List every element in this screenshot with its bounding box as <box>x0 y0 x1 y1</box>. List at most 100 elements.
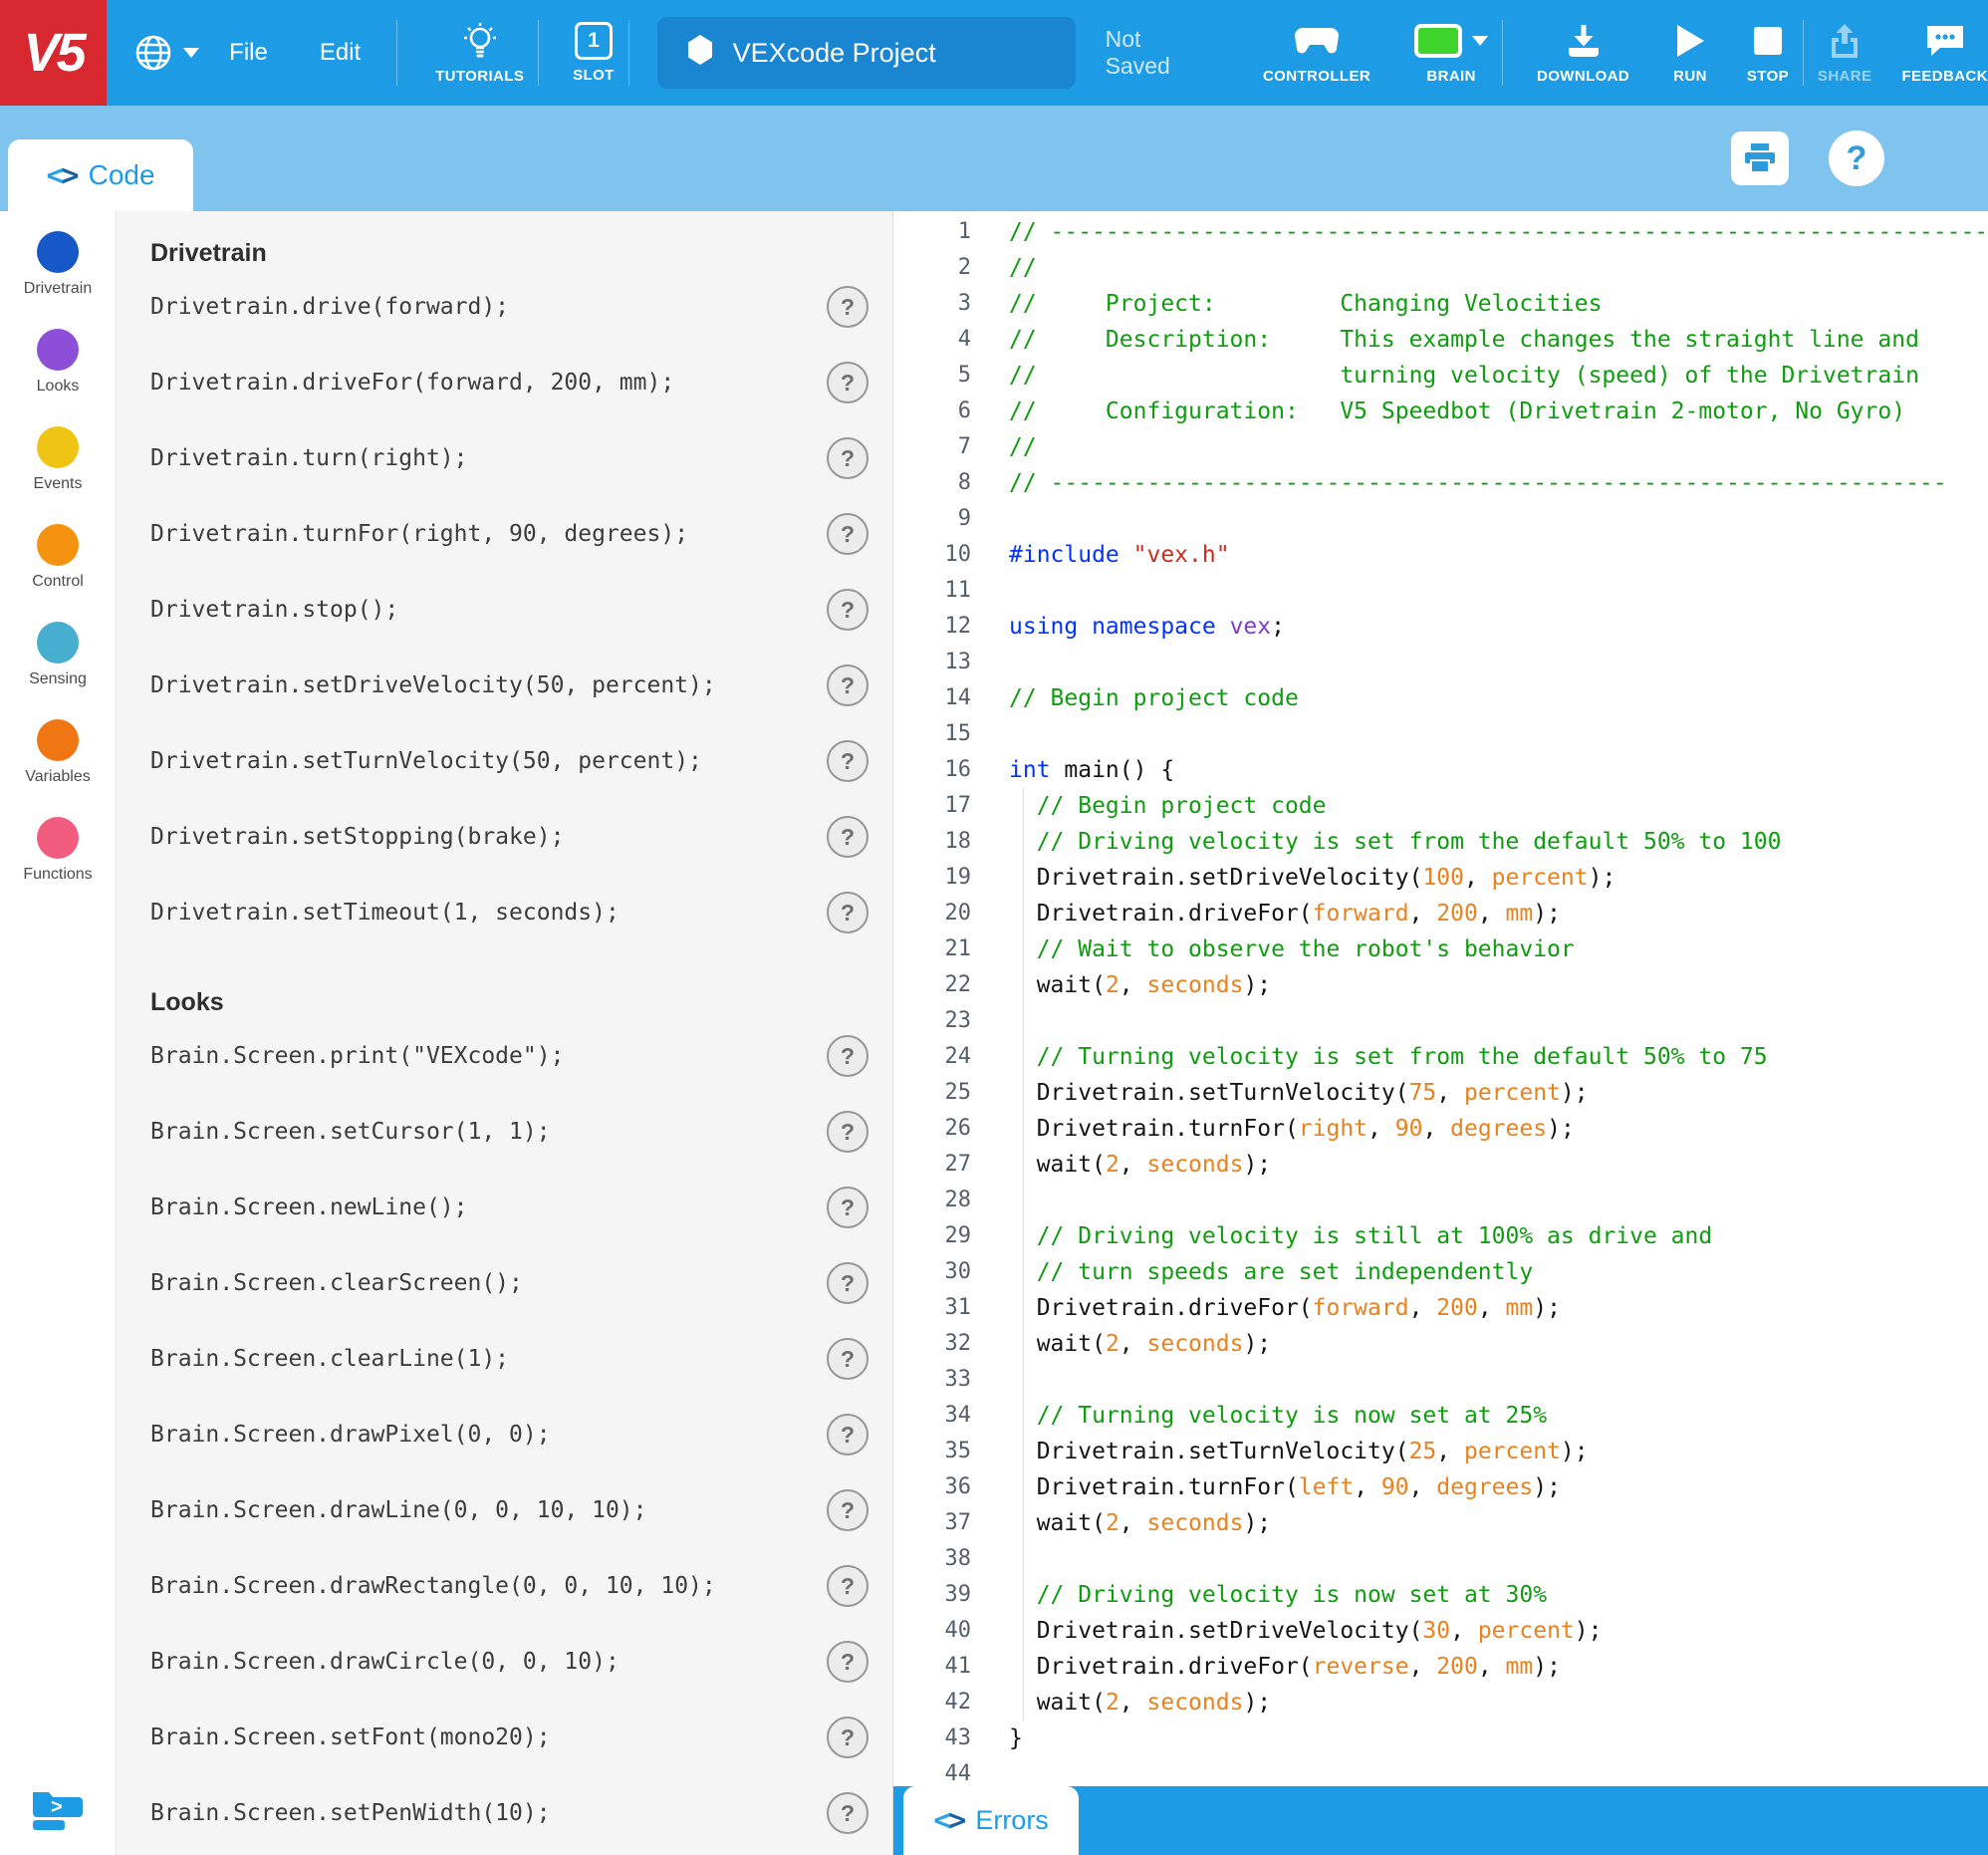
tutorials-button[interactable]: TUTORIALS <box>435 21 524 85</box>
code-line[interactable]: 22 wait(2, seconds); <box>893 967 1988 1003</box>
code-line[interactable]: 19 Drivetrain.setDriveVelocity(100, perc… <box>893 860 1988 896</box>
stop-button[interactable]: STOP <box>1747 21 1789 85</box>
command-item[interactable]: Drivetrain.drive(forward);? <box>150 269 869 345</box>
command-help-button[interactable]: ? <box>827 437 869 479</box>
command-help-button[interactable]: ? <box>827 740 869 782</box>
code-area[interactable]: 1 // ------------------------------------… <box>893 211 1988 1786</box>
command-help-button[interactable]: ? <box>827 664 869 706</box>
command-item[interactable]: Brain.Screen.drawPixel(0, 0);? <box>150 1397 869 1472</box>
file-menu-button[interactable]: File <box>207 39 290 67</box>
share-button[interactable]: SHARE <box>1818 21 1872 85</box>
command-item[interactable]: Brain.Screen.clearScreen();? <box>150 1245 869 1321</box>
command-item[interactable]: Drivetrain.stop();? <box>150 572 869 648</box>
code-line[interactable]: 25 Drivetrain.setTurnVelocity(75, percen… <box>893 1075 1988 1111</box>
code-line[interactable]: 7 // <box>893 429 1988 465</box>
code-line[interactable]: 2 // <box>893 250 1988 286</box>
code-line[interactable]: 42 wait(2, seconds); <box>893 1685 1988 1721</box>
command-item[interactable]: Brain.Screen.setPenWidth(10);? <box>150 1775 869 1851</box>
command-help-button[interactable]: ? <box>827 513 869 555</box>
code-line[interactable]: 33 <box>893 1362 1988 1398</box>
code-line[interactable]: 5 // turning velocity (speed) of the Driv… <box>893 358 1988 394</box>
sidebar-item-variables[interactable]: Variables <box>23 719 92 817</box>
code-line[interactable]: 36 Drivetrain.turnFor(left, 90, degrees)… <box>893 1469 1988 1505</box>
command-help-button[interactable]: ? <box>827 1111 869 1153</box>
code-line[interactable]: 1 // ------------------------------------… <box>893 214 1988 250</box>
code-line[interactable]: 20 Drivetrain.driveFor(forward, 200, mm)… <box>893 896 1988 931</box>
code-line[interactable]: 24 // Turning velocity is set from the d… <box>893 1039 1988 1075</box>
language-menu-button[interactable] <box>132 32 200 74</box>
command-help-button[interactable]: ? <box>827 1792 869 1834</box>
command-help-button[interactable]: ? <box>827 1641 869 1683</box>
command-item[interactable]: Drivetrain.setStopping(brake);? <box>150 799 869 875</box>
command-item[interactable]: Drivetrain.turnFor(right, 90, degrees);? <box>150 496 869 572</box>
code-line[interactable]: 27 wait(2, seconds); <box>893 1147 1988 1183</box>
sidebar-item-sensing[interactable]: Sensing <box>23 622 92 719</box>
code-line[interactable]: 40 Drivetrain.setDriveVelocity(30, perce… <box>893 1613 1988 1649</box>
command-item[interactable]: Brain.Screen.clearLine(1);? <box>150 1321 869 1397</box>
command-help-button[interactable]: ? <box>827 589 869 631</box>
code-line[interactable]: 8 // ------------------------------------… <box>893 465 1988 501</box>
command-item[interactable]: Drivetrain.driveFor(forward, 200, mm);? <box>150 345 869 420</box>
code-line[interactable]: 9 <box>893 501 1988 537</box>
command-help-button[interactable]: ? <box>827 1717 869 1758</box>
code-line[interactable]: 34 // Turning velocity is now set at 25% <box>893 1398 1988 1434</box>
code-line[interactable]: 26 Drivetrain.turnFor(right, 90, degrees… <box>893 1111 1988 1147</box>
code-line[interactable]: 35 Drivetrain.setTurnVelocity(25, percen… <box>893 1434 1988 1469</box>
download-button[interactable]: DOWNLOAD <box>1537 21 1629 85</box>
code-line[interactable]: 10 #include "vex.h" <box>893 537 1988 573</box>
command-help-button[interactable]: ? <box>827 286 869 328</box>
chevron-down-icon[interactable] <box>1472 36 1489 46</box>
code-line[interactable]: 39 // Driving velocity is now set at 30% <box>893 1577 1988 1613</box>
controller-button[interactable]: CONTROLLER <box>1263 21 1370 85</box>
project-name-button[interactable]: VEXcode Project <box>656 17 1076 89</box>
command-item[interactable]: Brain.Screen.drawLine(0, 0, 10, 10);? <box>150 1472 869 1548</box>
code-line[interactable]: 18 // Driving velocity is set from the d… <box>893 824 1988 860</box>
command-item[interactable]: Brain.Screen.drawRectangle(0, 0, 10, 10)… <box>150 1548 869 1624</box>
code-line[interactable]: 44 <box>893 1756 1988 1786</box>
command-item[interactable]: Drivetrain.setDriveVelocity(50, percent)… <box>150 648 869 723</box>
code-line[interactable]: 43} <box>893 1721 1988 1756</box>
sidebar-item-functions[interactable]: Functions <box>23 817 93 915</box>
code-line[interactable]: 6 // Configuration: V5 Speedbot (Drivetra… <box>893 394 1988 429</box>
sidebar-item-events[interactable]: Events <box>23 426 92 524</box>
code-line[interactable]: 38 <box>893 1541 1988 1577</box>
code-line[interactable]: 30 // turn speeds are set independently <box>893 1254 1988 1290</box>
command-help-button[interactable]: ? <box>827 892 869 933</box>
code-line[interactable]: 28 <box>893 1183 1988 1218</box>
command-help-button[interactable]: ? <box>827 1414 869 1456</box>
command-help-button[interactable]: ? <box>827 1187 869 1228</box>
code-line[interactable]: 29 // Driving velocity is still at 100% … <box>893 1218 1988 1254</box>
sidebar-item-looks[interactable]: Looks <box>23 329 92 426</box>
command-item[interactable]: Drivetrain.turn(right);? <box>150 420 869 496</box>
command-help-button[interactable]: ? <box>827 362 869 403</box>
feedback-button[interactable]: FEEDBACK <box>1901 21 1988 85</box>
code-line[interactable]: 3 // Project: Changing Velocities <box>893 286 1988 322</box>
tab-code[interactable]: <> Code <box>8 139 193 211</box>
print-button[interactable] <box>1731 132 1789 185</box>
command-item[interactable]: Drivetrain.setTurnVelocity(50, percent);… <box>150 723 869 799</box>
code-line[interactable]: 31 Drivetrain.driveFor(forward, 200, mm)… <box>893 1290 1988 1326</box>
code-line[interactable]: 16 int main() { <box>893 752 1988 788</box>
edit-menu-button[interactable]: Edit <box>298 39 382 67</box>
command-item[interactable]: Brain.Screen.setFont(mono20);? <box>150 1700 869 1775</box>
toggle-blocks-button[interactable]: > <box>27 1782 89 1839</box>
brain-button[interactable]: BRAIN <box>1414 21 1489 85</box>
command-item[interactable]: Brain.Screen.print("VEXcode");? <box>150 1018 869 1094</box>
code-line[interactable]: 15 <box>893 716 1988 752</box>
code-line[interactable]: 14 // Begin project code <box>893 680 1988 716</box>
command-help-button[interactable]: ? <box>827 1035 869 1077</box>
code-line[interactable]: 12 using namespace vex; <box>893 609 1988 645</box>
code-line[interactable]: 32 wait(2, seconds); <box>893 1326 1988 1362</box>
command-help-button[interactable]: ? <box>827 1338 869 1380</box>
sidebar-item-control[interactable]: Control <box>23 524 92 622</box>
command-help-button[interactable]: ? <box>827 1565 869 1607</box>
command-item[interactable]: Brain.Screen.setCursor(1, 1);? <box>150 1094 869 1170</box>
code-line[interactable]: 4 // Description: This example changes th… <box>893 322 1988 358</box>
command-help-button[interactable]: ? <box>827 1489 869 1531</box>
slot-button[interactable]: 1 SLOT <box>573 22 615 84</box>
code-line[interactable]: 21 // Wait to observe the robot's behavi… <box>893 931 1988 967</box>
command-item[interactable]: Drivetrain.setTimeout(1, seconds);? <box>150 875 869 950</box>
command-help-button[interactable]: ? <box>827 816 869 858</box>
code-line[interactable]: 41 Drivetrain.driveFor(reverse, 200, mm)… <box>893 1649 1988 1685</box>
code-line[interactable]: 11 <box>893 573 1988 609</box>
